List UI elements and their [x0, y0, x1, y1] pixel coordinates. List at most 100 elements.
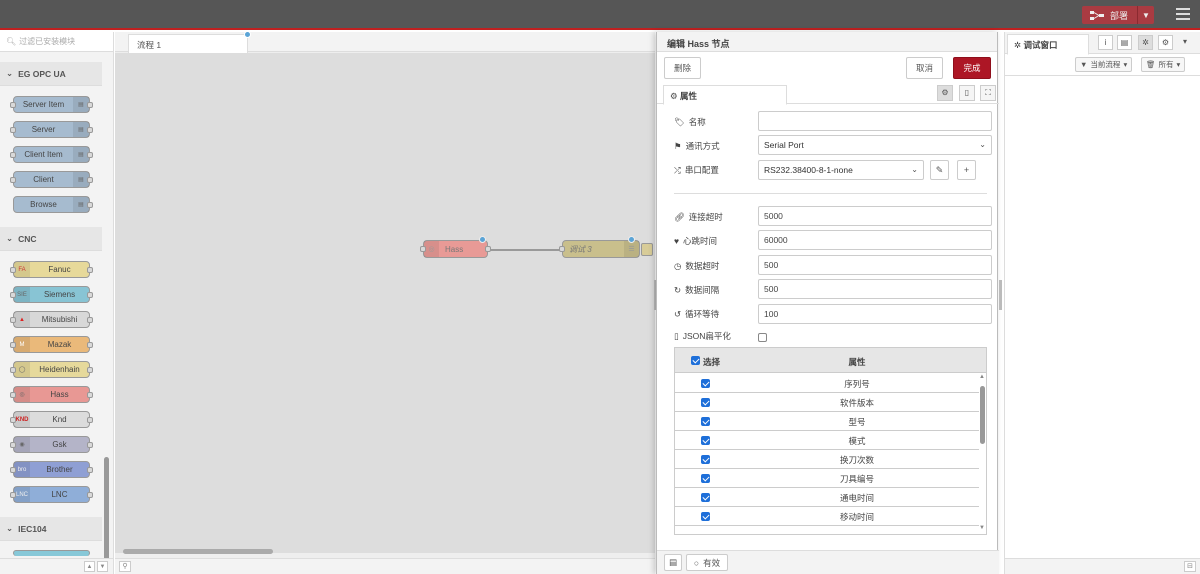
collapse-up-icon[interactable]: ▲ — [84, 561, 95, 572]
filter-flow-dropdown[interactable]: ▼ 当前流程 ▾ — [1075, 57, 1133, 72]
row-checkbox[interactable] — [701, 417, 710, 426]
loop-wait-input[interactable]: 100 — [758, 304, 992, 324]
settings-gear-icon[interactable]: ⚙ — [937, 85, 953, 101]
filter-all-dropdown[interactable]: 🗑︎ 所有 ▾ — [1141, 57, 1186, 72]
bug-tab-icon[interactable]: ✲ — [1138, 35, 1153, 50]
comm-select[interactable]: Serial Port ⌄ — [758, 135, 992, 155]
json-flat-checkbox[interactable] — [758, 333, 767, 342]
select-all-checkbox[interactable] — [691, 356, 700, 365]
cancel-button[interactable]: 取消 — [906, 57, 943, 79]
palette-node-mazak[interactable]: M Mazak — [10, 336, 93, 353]
row-checkbox[interactable] — [701, 379, 710, 388]
table-row: 刀具编号 — [675, 469, 979, 488]
serial-config-select[interactable]: RS232.38400-8-1-none ⌄ — [758, 160, 924, 180]
scroll-down-icon[interactable]: ▼ — [979, 525, 985, 531]
flow-node-debug[interactable]: 调试 3 ☰ — [559, 236, 653, 258]
palette-node-heidenhain[interactable]: ◯ Heidenhain — [10, 361, 93, 378]
book-icon[interactable]: ▤ — [1117, 35, 1132, 50]
palette-node-client[interactable]: Client ▤ — [10, 171, 93, 188]
palette-node-browse[interactable]: Browse ▤ — [13, 196, 93, 213]
palette-node-client-item[interactable]: Client Item ▤ — [10, 146, 93, 163]
hass-logo-icon: ◎ — [424, 241, 439, 257]
heartbeat-input[interactable]: 60000 — [758, 230, 992, 250]
node-info-icon[interactable]: ▤ — [664, 554, 682, 571]
palette-node-partial[interactable] — [13, 550, 90, 556]
tray-tabs: ⚙ 属性 ⚙ ▯ ⛶ — [657, 84, 999, 105]
gear-icon[interactable]: ⚙ — [1158, 35, 1173, 50]
json-flat-text: JSON扁平化 — [682, 331, 731, 341]
name-input[interactable] — [758, 111, 992, 131]
sidebar-expand-icon[interactable]: ⊟ — [1184, 561, 1196, 572]
caret-down-icon[interactable]: ▼ — [1138, 11, 1154, 20]
flow-wire[interactable] — [488, 249, 562, 251]
debug-icon: ☰ — [624, 241, 639, 257]
appearance-icon[interactable]: ⛶ — [980, 85, 996, 101]
table-row: 模式 — [675, 431, 979, 450]
palette-search-input[interactable]: 🔍︎ 过滤已安装模块 — [0, 32, 113, 52]
output-port[interactable] — [485, 246, 491, 252]
info-icon[interactable]: i — [1098, 35, 1113, 50]
palette-node-mitsubishi[interactable]: ▲ Mitsubishi — [10, 311, 93, 328]
row-checkbox[interactable] — [701, 474, 710, 483]
node-label: Gsk — [52, 440, 67, 449]
palette-category-eg-opc-ua[interactable]: ⌄ EG OPC UA — [0, 62, 102, 86]
palette-category-iec104[interactable]: ⌄ IEC104 — [0, 517, 102, 541]
data-timeout-input[interactable]: 500 — [758, 255, 992, 275]
palette-node-lnc[interactable]: LNC LNC — [10, 486, 93, 503]
sidebar-splitter[interactable] — [999, 280, 1002, 310]
scroll-up-icon[interactable]: ▲ — [979, 374, 985, 380]
brother-logo-icon: bro — [14, 462, 30, 477]
flow-node-hass[interactable]: ◎ Hass — [420, 236, 491, 258]
filter-all-label: 所有 — [1158, 60, 1174, 69]
palette-node-brother[interactable]: bro Brother — [10, 461, 93, 478]
palette-node-hass[interactable]: ◎ Hass — [10, 386, 93, 403]
table-row: 软件版本 — [675, 393, 979, 412]
table-scrollbar[interactable] — [980, 386, 985, 444]
workspace: 流程 1 ◎ Hass 调试 3 ☰ ⚲ — [115, 31, 655, 574]
delete-button[interactable]: 删除 — [664, 57, 701, 79]
hamburger-icon[interactable] — [1176, 8, 1190, 20]
palette-scrollbar[interactable] — [104, 457, 109, 567]
expand-down-icon[interactable]: ▼ — [97, 561, 108, 572]
tab-properties[interactable]: ⚙ 属性 — [663, 85, 787, 105]
tab-debug[interactable]: ✲ 调试窗口 — [1007, 34, 1089, 55]
gsk-logo-icon: ◉ — [14, 437, 30, 452]
add-plus-button[interactable]: + — [957, 160, 976, 180]
conn-timeout-input[interactable]: 5000 — [758, 206, 992, 226]
input-port[interactable] — [420, 246, 426, 252]
deploy-button[interactable]: 部署 ▼ — [1082, 6, 1154, 24]
row-checkbox[interactable] — [701, 512, 710, 521]
edit-pencil-button[interactable]: ✎ — [930, 160, 949, 180]
palette-footer: ▲ ▼ — [0, 558, 113, 574]
palette-node-server[interactable]: Server ▤ — [10, 121, 93, 138]
node-label: Knd — [52, 415, 67, 424]
workspace-tabbar: 流程 1 — [115, 31, 655, 53]
node-label: Browse — [30, 200, 57, 209]
chevron-down-icon[interactable]: ▾ — [1183, 37, 1187, 46]
row-checkbox[interactable] — [701, 455, 710, 464]
palette-node-knd[interactable]: KND Knd — [10, 411, 93, 428]
row-checkbox[interactable] — [701, 436, 710, 445]
tab-flow-1[interactable]: 流程 1 — [128, 31, 251, 53]
palette-node-gsk[interactable]: ◉ Gsk — [10, 436, 93, 453]
search-icon[interactable]: ⚲ — [119, 561, 131, 572]
node-label: Mazak — [47, 340, 72, 349]
workspace-hscrollbar[interactable] — [123, 549, 273, 554]
debug-toggle-button[interactable] — [641, 243, 653, 256]
row-checkbox[interactable] — [701, 398, 710, 407]
input-port[interactable] — [559, 246, 565, 252]
palette-category-cnc[interactable]: ⌄ CNC — [0, 227, 102, 251]
palette-node-fanuc[interactable]: FA Fanuc — [10, 261, 93, 278]
data-interval-label: ↻ 数据间隔 — [674, 284, 719, 296]
deploy-main[interactable]: 部署 — [1082, 9, 1137, 22]
flow-canvas[interactable]: ◎ Hass 调试 3 ☰ — [115, 53, 655, 553]
description-file-icon[interactable]: ▯ — [959, 85, 975, 101]
row-checkbox[interactable] — [701, 493, 710, 502]
serial-config-label: ⤮ 串口配置 — [674, 164, 719, 176]
data-interval-input[interactable]: 500 — [758, 279, 992, 299]
enabled-toggle[interactable]: ○ 有效 — [686, 554, 728, 571]
done-button[interactable]: 完成 — [953, 57, 991, 79]
caret-down-icon: ▾ — [1123, 60, 1128, 69]
palette-node-siemens[interactable]: SIE Siemens — [10, 286, 93, 303]
palette-node-server-item[interactable]: Server Item ▤ — [10, 96, 93, 113]
